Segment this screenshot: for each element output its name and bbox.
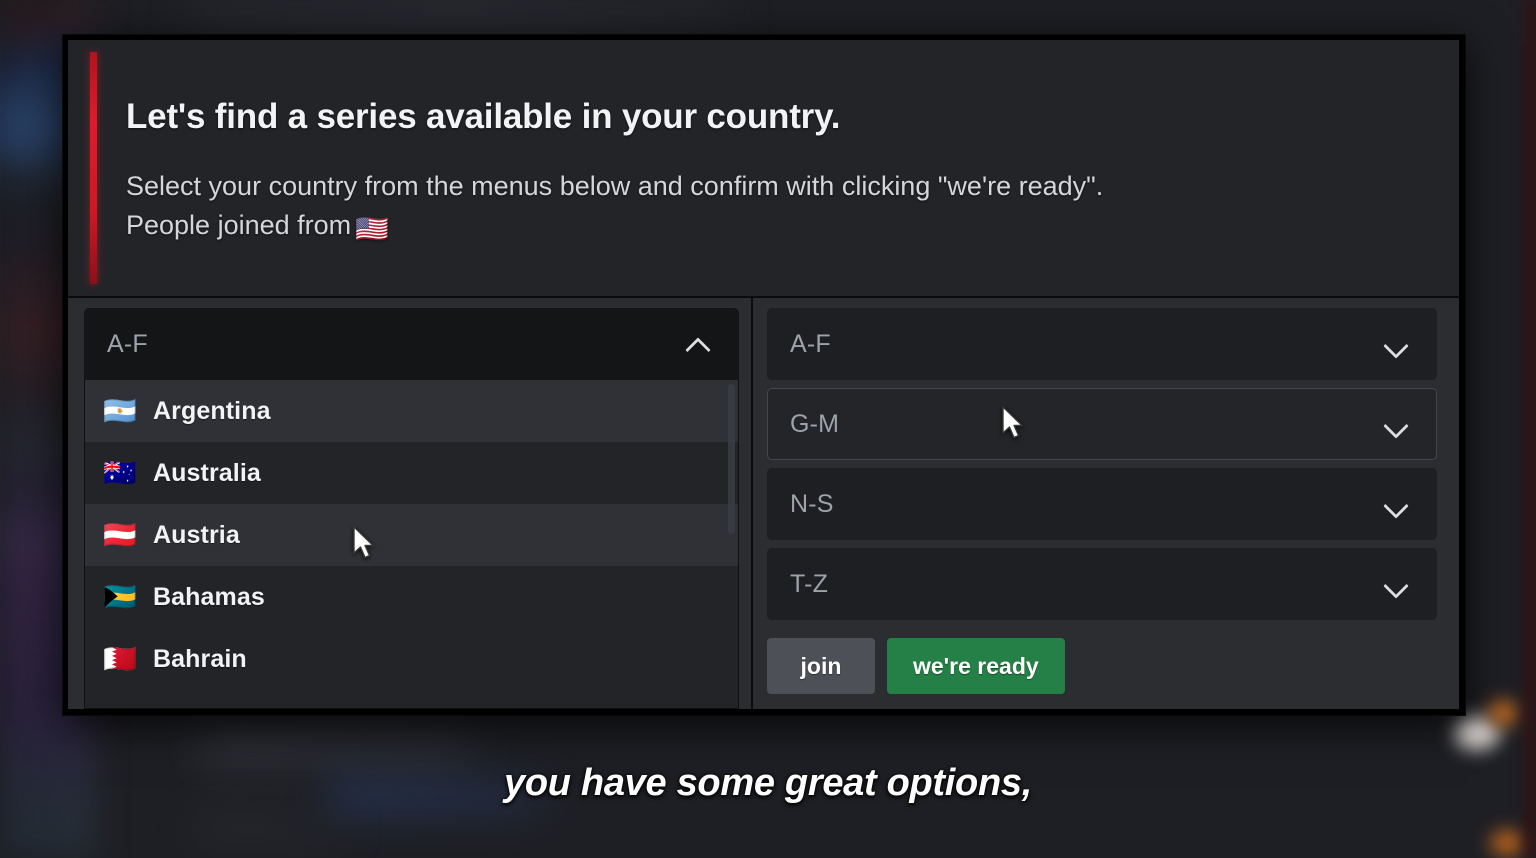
- background-message-line: [200, 738, 470, 760]
- embed-description: Select your country from the menus below…: [126, 167, 1419, 249]
- country-option-list[interactable]: 🇦🇷 Argentina 🇦🇺 Australia 🇦🇹 Austria 🇧🇸 …: [84, 380, 739, 709]
- right-panel: A-F G-M N-S T-Z join we're ready: [753, 298, 1459, 709]
- list-item[interactable]: 🇧🇸 Bahamas: [85, 566, 738, 628]
- select-group: A-F G-M N-S T-Z: [767, 308, 1437, 620]
- list-scrollbar[interactable]: [728, 384, 735, 534]
- select-trigger-label: N-S: [790, 489, 834, 518]
- list-item-label: Australia: [153, 458, 261, 487]
- list-item-label: Austria: [153, 520, 240, 549]
- list-item[interactable]: 🇧🇭 Bahrain: [85, 628, 738, 690]
- list-item[interactable]: 🇦🇷 Argentina: [85, 380, 738, 442]
- flag-icon: 🇦🇷: [103, 395, 137, 426]
- select-trigger-label: G-M: [790, 409, 840, 438]
- chevron-down-icon[interactable]: [1384, 571, 1410, 597]
- embed-card: Let's find a series available in your co…: [68, 40, 1459, 709]
- flag-icon: 🇦🇹: [103, 519, 137, 550]
- list-item[interactable]: 🇦🇹 Austria: [85, 504, 738, 566]
- country-select-dialog: Let's find a series available in your co…: [62, 34, 1466, 716]
- select-trigger-label: A-F: [107, 329, 148, 358]
- chevron-down-icon[interactable]: [1384, 491, 1410, 517]
- select-trigger-label: T-Z: [790, 569, 829, 598]
- were-ready-button[interactable]: we're ready: [887, 638, 1065, 694]
- select-trigger-a-f[interactable]: A-F: [767, 308, 1437, 380]
- embed-accent-bar: [90, 52, 97, 284]
- select-trigger-n-s[interactable]: N-S: [767, 468, 1437, 540]
- chevron-up-icon[interactable]: [686, 331, 712, 357]
- left-panel: A-F 🇦🇷 Argentina 🇦🇺 Australia 🇦🇹 Austria…: [68, 298, 751, 709]
- list-item[interactable]: 🇦🇺 Australia: [85, 442, 738, 504]
- background-message-line: [200, 820, 340, 838]
- list-item-label: Argentina: [153, 396, 271, 425]
- embed-body: A-F 🇦🇷 Argentina 🇦🇺 Australia 🇦🇹 Austria…: [68, 298, 1459, 709]
- background-right-edge-glow: [1522, 0, 1536, 858]
- embed-description-line-1: Select your country from the menus below…: [126, 170, 1104, 201]
- us-flag-icon: 🇺🇸: [355, 213, 389, 244]
- select-trigger-label: A-F: [790, 329, 831, 358]
- background-avatar: [1488, 700, 1518, 726]
- flag-icon: 🇦🇺: [103, 457, 137, 488]
- select-trigger-t-z[interactable]: T-Z: [767, 548, 1437, 620]
- list-item-label: Bahamas: [153, 582, 265, 611]
- embed-header: Let's find a series available in your co…: [68, 40, 1459, 296]
- chevron-down-icon[interactable]: [1384, 331, 1410, 357]
- page-title: Let's find a series available in your co…: [126, 97, 841, 136]
- flag-icon: 🇧🇭: [103, 643, 137, 674]
- screen: Let's find a series available in your co…: [0, 0, 1536, 858]
- background-top-bar: [190, 0, 730, 26]
- join-button[interactable]: join: [767, 638, 875, 694]
- video-caption: you have some great options,: [504, 762, 1032, 804]
- background-avatar: [1490, 830, 1524, 856]
- select-trigger-a-f-open[interactable]: A-F: [84, 308, 739, 380]
- flag-icon: 🇧🇸: [103, 581, 137, 612]
- embed-description-line-2: People joined from: [126, 209, 352, 240]
- list-item-label: Bahrain: [153, 644, 247, 673]
- action-button-row: join we're ready: [767, 638, 1437, 694]
- select-trigger-g-m[interactable]: G-M: [767, 388, 1437, 460]
- chevron-down-icon[interactable]: [1384, 411, 1410, 437]
